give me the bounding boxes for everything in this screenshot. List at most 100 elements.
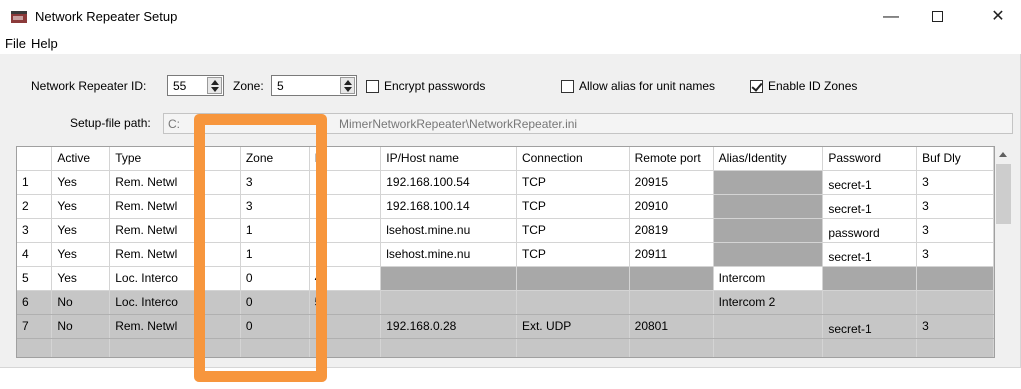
table-row[interactable] [17, 338, 994, 357]
row-number[interactable]: 1 [17, 170, 53, 195]
zone-spinner[interactable]: 5 [271, 75, 357, 96]
vertical-scrollbar[interactable] [995, 146, 1012, 358]
cell-alias[interactable]: Intercom 2 [713, 290, 824, 315]
allow-alias-checkbox[interactable] [561, 80, 574, 93]
row-number[interactable]: 6 [17, 290, 53, 315]
minimize-button[interactable]: — [868, 0, 914, 34]
cell-active[interactable]: Yes [51, 170, 111, 195]
cell-alias[interactable] [713, 338, 824, 357]
cell-remote-port[interactable]: 20819 [629, 218, 714, 243]
cell-connection[interactable] [516, 290, 630, 315]
cell-buf-dly[interactable]: 3 [916, 170, 994, 195]
cell-connection[interactable]: TCP [516, 194, 630, 219]
cell-host[interactable]: lsehost.mine.nu [380, 242, 517, 267]
cell-host[interactable]: lsehost.mine.nu [380, 218, 517, 243]
cell-password[interactable] [822, 338, 918, 357]
table-row[interactable]: 7 No Rem. Netwl 0 192.168.0.28 Ext. UDP … [17, 314, 994, 339]
cell-active[interactable] [51, 338, 111, 357]
cell-host[interactable] [380, 290, 517, 315]
table-row[interactable]: 6 No Loc. Interco 0 5 Intercom 2 [17, 290, 994, 315]
cell-active[interactable]: Yes [51, 218, 111, 243]
row-number[interactable]: 7 [17, 314, 53, 339]
cell-buf-dly[interactable]: 3 [916, 194, 994, 219]
row-number[interactable]: 4 [17, 242, 53, 267]
cell-type[interactable]: Rem. Netwl [109, 314, 200, 339]
cell-type[interactable]: Loc. Interco [109, 290, 200, 315]
table-row[interactable]: 5 Yes Loc. Interco 0 4 Intercom [17, 266, 994, 291]
cell-buf-dly[interactable] [916, 338, 994, 357]
cell-type[interactable]: Loc. Interco [109, 266, 200, 291]
cell-alias [713, 242, 824, 267]
encrypt-passwords-checkbox[interactable] [366, 80, 379, 93]
cell-password[interactable]: secret-1 [822, 242, 918, 267]
cell-host[interactable] [380, 338, 517, 357]
cell-host[interactable]: 192.168.100.14 [380, 194, 517, 219]
cell-type[interactable]: Rem. Netwl [109, 242, 200, 267]
table-row[interactable]: 3 Yes Rem. Netwl 1 lsehost.mine.nu TCP 2… [17, 218, 994, 243]
cell-buf-dly [916, 266, 994, 291]
cell-password[interactable]: secret-1 [822, 194, 918, 219]
spinner-arrows-icon[interactable] [340, 77, 355, 94]
col-header-host[interactable]: IP/Host name [380, 147, 517, 171]
window-title: Network Repeater Setup [35, 9, 178, 24]
col-header-active[interactable]: Active [51, 147, 111, 171]
cell-type[interactable]: Rem. Netwl [109, 194, 200, 219]
col-header-buf-dly[interactable]: Buf Dly [916, 147, 994, 171]
cell-host[interactable]: 192.168.100.54 [380, 170, 517, 195]
cell-remote-port[interactable]: 20911 [629, 242, 714, 267]
col-header-remote-port[interactable]: Remote port [629, 147, 714, 171]
cell-buf-dly[interactable]: 3 [916, 242, 994, 267]
cell-connection[interactable]: TCP [516, 170, 630, 195]
close-button[interactable]: ✕ [975, 0, 1021, 34]
cell-buf-dly[interactable]: 3 [916, 314, 994, 339]
cell-remote-port[interactable]: 20915 [629, 170, 714, 195]
row-number[interactable]: 5 [17, 266, 53, 291]
col-header-alias[interactable]: Alias/Identity [713, 147, 824, 171]
cell-remote-port[interactable]: 20910 [629, 194, 714, 219]
table-row[interactable]: 2 Yes Rem. Netwl 3 192.168.100.14 TCP 20… [17, 194, 994, 219]
menu-help[interactable]: Help [31, 36, 58, 51]
cell-active[interactable]: No [51, 290, 111, 315]
table-row[interactable]: 1 Yes Rem. Netwl 3 192.168.100.54 TCP 20… [17, 170, 994, 195]
col-header-password[interactable]: Password [822, 147, 918, 171]
cell-type[interactable]: Rem. Netwl [109, 218, 200, 243]
cell-connection[interactable]: Ext. UDP [516, 314, 630, 339]
cell-remote-port[interactable] [629, 290, 714, 315]
row-number[interactable] [17, 338, 53, 357]
cell-password[interactable]: password [822, 218, 918, 243]
setup-path-end: MimerNetworkRepeater\NetworkRepeater.ini [339, 117, 578, 131]
col-header-type[interactable]: Type [109, 147, 200, 171]
cell-buf-dly[interactable] [916, 290, 994, 315]
cell-password[interactable]: secret-1 [822, 170, 918, 195]
spinner-arrows-icon[interactable] [207, 77, 222, 94]
cell-active[interactable]: No [51, 314, 111, 339]
cell-alias[interactable]: Intercom [713, 266, 824, 291]
cell-remote-port[interactable] [629, 338, 714, 357]
table-row[interactable]: 4 Yes Rem. Netwl 1 lsehost.mine.nu TCP 2… [17, 242, 994, 267]
menu-file[interactable]: File [5, 36, 26, 51]
cell-host[interactable]: 192.168.0.28 [380, 314, 517, 339]
cell-connection[interactable] [516, 338, 630, 357]
cell-active[interactable]: Yes [51, 266, 111, 291]
row-number[interactable]: 2 [17, 194, 53, 219]
cell-type[interactable] [109, 338, 200, 357]
cell-active[interactable]: Yes [51, 242, 111, 267]
cell-remote-port[interactable]: 20801 [629, 314, 714, 339]
cell-type[interactable]: Rem. Netwl [109, 170, 200, 195]
cell-connection[interactable]: TCP [516, 218, 630, 243]
cell-alias[interactable] [713, 314, 824, 339]
enable-id-zones-checkbox[interactable] [750, 80, 763, 93]
repeater-table[interactable]: Active Type Zone I IP/Host name Connecti… [16, 146, 995, 358]
cell-active[interactable]: Yes [51, 194, 111, 219]
scroll-up-icon[interactable] [999, 152, 1007, 157]
repeater-id-spinner[interactable]: 55 [167, 75, 224, 96]
maximize-button[interactable] [914, 0, 960, 34]
row-number[interactable]: 3 [17, 218, 53, 243]
title-bar: Network Repeater Setup — ✕ [0, 0, 1021, 34]
scroll-thumb[interactable] [996, 164, 1011, 224]
cell-password[interactable] [822, 290, 918, 315]
cell-buf-dly[interactable]: 3 [916, 218, 994, 243]
cell-password[interactable]: secret-1 [822, 314, 918, 339]
cell-connection[interactable]: TCP [516, 242, 630, 267]
col-header-connection[interactable]: Connection [516, 147, 630, 171]
